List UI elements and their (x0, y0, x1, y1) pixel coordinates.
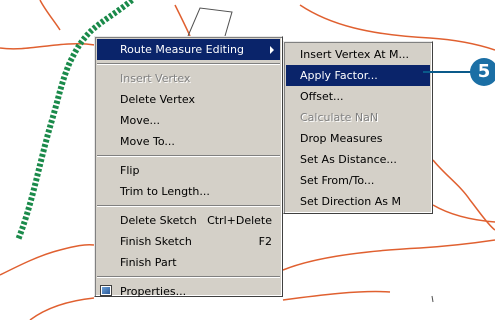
submenu-item-set-as-distance[interactable]: Set As Distance... (286, 149, 430, 170)
menu-item-insert-vertex: Insert Vertex (97, 68, 280, 89)
map-road-line (432, 159, 495, 231)
menu-item-label: Finish Part (120, 256, 177, 269)
menu-item-label: Set As Distance... (300, 153, 397, 166)
menu-item-label: Insert Vertex At M... (300, 48, 410, 61)
menu-item-label: Move... (120, 114, 160, 127)
menu-separator (97, 276, 280, 278)
context-menu: Route Measure Editing Insert Vertex Dele… (94, 36, 283, 298)
menu-item-label: Set Direction As M (300, 195, 401, 208)
menu-item-label: Drop Measures (300, 132, 383, 145)
menu-item-trim-to-length[interactable]: Trim to Length... (97, 181, 280, 202)
submenu-item-apply-factor[interactable]: Apply Factor... (286, 65, 430, 86)
menu-item-label: Delete Vertex (120, 93, 195, 106)
map-road-line (39, 0, 61, 31)
step-callout-badge: 5 (470, 58, 495, 86)
menu-item-properties[interactable]: Properties... (97, 281, 280, 302)
map-road-line (0, 244, 95, 276)
submenu-item-set-direction-as-m[interactable]: Set Direction As M (286, 191, 430, 212)
menu-item-label: Route Measure Editing (120, 43, 244, 56)
menu-item-label: Set From/To... (300, 174, 375, 187)
map-road-line (29, 297, 95, 320)
submenu-item-drop-measures[interactable]: Drop Measures (286, 128, 430, 149)
menu-item-label: Apply Factor... (300, 69, 378, 82)
menu-item-label: Flip (120, 164, 140, 177)
map-road-line (282, 239, 495, 271)
menu-item-label: Properties... (120, 285, 187, 298)
submenu-item-set-from-to[interactable]: Set From/To... (286, 170, 430, 191)
menu-item-finish-part[interactable]: Finish Part (97, 252, 280, 273)
submenu-item-calculate-nan: Calculate NaN (286, 107, 430, 128)
menu-item-label: Finish Sketch (120, 235, 192, 248)
menu-item-label: Calculate NaN (300, 111, 379, 124)
menu-item-label: Trim to Length... (120, 185, 210, 198)
menu-item-delete-vertex[interactable]: Delete Vertex (97, 89, 280, 110)
menu-separator (97, 155, 280, 157)
map-road-line (282, 290, 391, 301)
map-road-line (174, 4, 191, 37)
menu-separator (97, 205, 280, 207)
menu-item-label: Offset... (300, 90, 344, 103)
properties-icon (100, 285, 112, 296)
shortcut-label: Ctrl+Delete (207, 214, 272, 227)
menu-item-label: Move To... (120, 135, 175, 148)
menu-item-move[interactable]: Move... (97, 110, 280, 131)
submenu-route-measure-editing: Insert Vertex At M... Apply Factor... Of… (283, 41, 433, 214)
menu-separator (97, 63, 280, 65)
menu-item-label: Delete Sketch (120, 214, 197, 227)
menu-item-flip[interactable]: Flip (97, 160, 280, 181)
submenu-item-insert-vertex-at-m[interactable]: Insert Vertex At M... (286, 44, 430, 65)
shortcut-label: F2 (258, 235, 272, 248)
menu-item-move-to[interactable]: Move To... (97, 131, 280, 152)
menu-item-finish-sketch[interactable]: Finish Sketch F2 (97, 231, 280, 252)
menu-item-label: Insert Vertex (120, 72, 191, 85)
sketch-line (187, 7, 233, 37)
menu-item-delete-sketch[interactable]: Delete Sketch Ctrl+Delete (97, 210, 280, 231)
menu-item-route-measure-editing[interactable]: Route Measure Editing (97, 39, 280, 60)
submenu-item-offset[interactable]: Offset... (286, 86, 430, 107)
chevron-right-icon (270, 46, 274, 54)
sketch-line (431, 295, 434, 303)
